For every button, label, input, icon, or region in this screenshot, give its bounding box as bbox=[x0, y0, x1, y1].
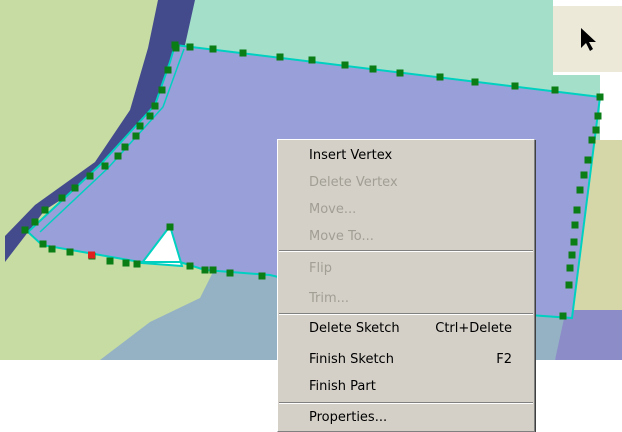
menu-item-label: Trim... bbox=[309, 291, 350, 306]
menu-item-delete-sketch[interactable]: Delete Sketch Ctrl+Delete bbox=[278, 318, 534, 340]
sketch-vertex[interactable] bbox=[106, 257, 114, 265]
sketch-vertex[interactable] bbox=[584, 156, 592, 164]
sketch-vertex[interactable] bbox=[58, 194, 66, 202]
sketch-vertex[interactable] bbox=[570, 238, 578, 246]
arrow-pointer-icon bbox=[580, 28, 596, 51]
sketch-vertex[interactable] bbox=[511, 82, 519, 90]
sketch-vertex[interactable] bbox=[369, 65, 377, 73]
sketch-vertex[interactable] bbox=[571, 221, 579, 229]
sketch-vertex[interactable] bbox=[136, 122, 144, 130]
sketch-vertex[interactable] bbox=[201, 266, 209, 274]
menu-item-label: Insert Vertex bbox=[309, 148, 393, 163]
menu-item-finish-sketch[interactable]: Finish Sketch F2 bbox=[278, 349, 534, 371]
sketch-vertex[interactable] bbox=[114, 152, 122, 160]
sketch-vertex[interactable] bbox=[166, 223, 174, 231]
menu-item-label: Properties... bbox=[309, 410, 388, 425]
menu-item-insert-vertex[interactable]: Insert Vertex bbox=[278, 145, 534, 167]
sketch-vertex[interactable] bbox=[186, 43, 194, 51]
menu-item-move-to: Move To... bbox=[278, 226, 534, 248]
sketch-vertex[interactable] bbox=[594, 112, 602, 120]
menu-item-move: Move... bbox=[278, 199, 534, 221]
menu-separator bbox=[279, 313, 533, 315]
menu-item-label: Move... bbox=[309, 202, 357, 217]
sketch-vertex[interactable] bbox=[276, 53, 284, 61]
menu-item-label: Finish Sketch bbox=[309, 352, 394, 367]
sketch-vertex[interactable] bbox=[48, 245, 56, 253]
sketch-vertex[interactable] bbox=[592, 126, 600, 134]
sketch-vertex[interactable] bbox=[308, 56, 316, 64]
sketch-vertex[interactable] bbox=[566, 264, 574, 272]
menu-separator bbox=[279, 250, 533, 252]
sketch-vertex[interactable] bbox=[568, 251, 576, 259]
sketch-vertex[interactable] bbox=[31, 218, 39, 226]
menu-item-trim: Trim... bbox=[278, 288, 534, 310]
sketch-vertex[interactable] bbox=[239, 49, 247, 57]
sketch-vertex[interactable] bbox=[86, 172, 94, 180]
current-tool-indicator[interactable] bbox=[553, 6, 622, 72]
menu-separator bbox=[279, 402, 533, 404]
sketch-vertex[interactable] bbox=[164, 66, 172, 74]
sketch-vertex[interactable] bbox=[576, 186, 584, 194]
menu-item-properties[interactable]: Properties... bbox=[278, 407, 534, 429]
sketch-vertex[interactable] bbox=[151, 102, 159, 110]
sketch-vertex[interactable] bbox=[71, 184, 79, 192]
menu-item-label: Flip bbox=[309, 261, 332, 276]
sketch-vertex[interactable] bbox=[551, 86, 559, 94]
menu-item-finish-part[interactable]: Finish Part bbox=[278, 376, 534, 398]
sketch-vertex[interactable] bbox=[133, 260, 141, 268]
sketch-vertex[interactable] bbox=[436, 73, 444, 81]
sketch-vertex[interactable] bbox=[209, 45, 217, 53]
sketch-vertex[interactable] bbox=[186, 262, 194, 270]
menu-item-label: Finish Part bbox=[309, 379, 376, 394]
sketch-vertex[interactable] bbox=[172, 44, 180, 52]
sketch-vertex[interactable] bbox=[21, 226, 29, 234]
sketch-vertex[interactable] bbox=[559, 312, 567, 320]
sketch-vertex[interactable] bbox=[565, 281, 573, 289]
sketch-vertex[interactable] bbox=[41, 206, 49, 214]
sketch-vertex[interactable] bbox=[471, 78, 479, 86]
sketch-vertex[interactable] bbox=[588, 136, 596, 144]
sketch-vertex[interactable] bbox=[146, 112, 154, 120]
sketch-vertex[interactable] bbox=[226, 269, 234, 277]
menu-item-shortcut: Ctrl+Delete bbox=[435, 321, 512, 336]
menu-item-label: Delete Vertex bbox=[309, 175, 398, 190]
sketch-vertex[interactable] bbox=[39, 240, 47, 248]
sketch-vertex[interactable] bbox=[580, 171, 588, 179]
sketch-vertex[interactable] bbox=[121, 143, 129, 151]
sketch-vertex[interactable] bbox=[396, 69, 404, 77]
sketch-vertex[interactable] bbox=[132, 132, 140, 140]
sketch-vertex[interactable] bbox=[258, 272, 266, 280]
context-menu: Insert Vertex Delete Vertex Move... Move… bbox=[277, 139, 535, 432]
sketch-vertex[interactable] bbox=[573, 206, 581, 214]
menu-item-shortcut: F2 bbox=[496, 352, 512, 367]
menu-item-label: Delete Sketch bbox=[309, 321, 400, 336]
sketch-vertex[interactable] bbox=[341, 61, 349, 69]
sketch-vertex[interactable] bbox=[596, 93, 604, 101]
menu-item-delete-vertex: Delete Vertex bbox=[278, 172, 534, 194]
sketch-vertex[interactable] bbox=[101, 162, 109, 170]
menu-item-flip: Flip bbox=[278, 258, 534, 280]
sketch-vertex[interactable] bbox=[209, 266, 217, 274]
sketch-vertex[interactable] bbox=[158, 86, 166, 94]
active-sketch-vertex[interactable] bbox=[88, 251, 95, 259]
sketch-vertex[interactable] bbox=[122, 259, 130, 267]
menu-item-label: Move To... bbox=[309, 229, 374, 244]
sketch-vertex[interactable] bbox=[66, 248, 74, 256]
